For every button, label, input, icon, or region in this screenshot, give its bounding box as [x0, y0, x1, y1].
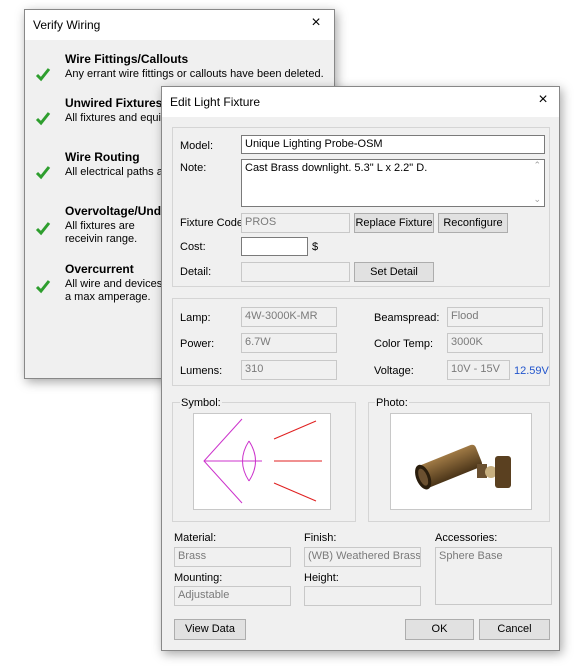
symbol-label: Symbol:: [180, 397, 222, 409]
replace-fixture-button[interactable]: Replace Fixture: [354, 213, 434, 233]
material-field: Brass: [174, 547, 291, 567]
note-label: Note:: [180, 162, 207, 174]
beamspread-label: Beamspread:: [374, 312, 440, 324]
checkmark-icon: [35, 68, 51, 82]
detail-field: [241, 262, 350, 282]
material-label: Material:: [174, 532, 217, 544]
fixture-photo-image: [415, 444, 511, 490]
check-title-overvoltage: Overvoltage/Unde: [65, 204, 168, 218]
photo-canvas: [390, 413, 532, 510]
photo-label: Photo:: [375, 397, 409, 409]
verify-title: Verify Wiring: [33, 18, 101, 32]
fixture-code-field: PROS: [241, 213, 350, 233]
set-detail-button[interactable]: Set Detail: [354, 262, 434, 282]
currency-symbol: $: [312, 241, 319, 253]
fixture-symbol-icon: [203, 418, 322, 504]
power-label: Power:: [180, 338, 215, 350]
lumens-label: Lumens:: [180, 365, 223, 377]
cost-label: Cost:: [180, 241, 206, 253]
lamp-field: 4W-3000K-MR: [241, 307, 337, 327]
check-desc-wire-fittings: Any errant wire fittings or callouts hav…: [65, 68, 324, 80]
edit-close-icon[interactable]: ×: [529, 89, 557, 113]
check-title-wire-fittings: Wire Fittings/Callouts: [65, 52, 189, 66]
ok-button[interactable]: OK: [405, 619, 474, 640]
reconfigure-button[interactable]: Reconfigure: [438, 213, 508, 233]
color-temp-label: Color Temp:: [374, 338, 434, 350]
view-data-button[interactable]: View Data: [174, 619, 246, 640]
model-field[interactable]: Unique Lighting Probe-OSM: [241, 135, 545, 154]
check-desc-overvoltage: All fixtures are receivin range.: [65, 220, 138, 245]
cost-field[interactable]: [241, 237, 308, 256]
lamp-label: Lamp:: [180, 312, 211, 324]
edit-light-fixture-window: Edit Light Fixture × Model: Unique Light…: [161, 86, 560, 651]
accessories-label: Accessories:: [435, 532, 498, 544]
model-label: Model:: [180, 140, 214, 152]
height-field: [304, 586, 421, 606]
beamspread-field: Flood: [447, 307, 543, 327]
height-label: Height:: [304, 572, 339, 584]
check-title-overcurrent: Overcurrent: [65, 262, 134, 276]
symbol-canvas: [193, 413, 331, 510]
checkmark-icon: [35, 280, 51, 294]
cancel-button[interactable]: Cancel: [479, 619, 550, 640]
voltage-label: Voltage:: [374, 365, 414, 377]
verify-titlebar: Verify Wiring ×: [25, 10, 334, 40]
fixture-code-label: Fixture Code:: [180, 217, 247, 229]
check-title-unwired-fixtures: Unwired Fixtures: [65, 96, 163, 110]
edit-titlebar: Edit Light Fixture ×: [162, 87, 559, 117]
voltage-field: 10V - 15V: [447, 360, 510, 380]
note-textarea[interactable]: Cast Brass downlight. 5.3" L x 2.2" D. ⌃…: [241, 159, 545, 207]
detail-label: Detail:: [180, 266, 212, 278]
finish-field: (WB) Weathered Brass: [304, 547, 421, 567]
accessories-field: Sphere Base: [435, 547, 552, 605]
note-text: Cast Brass downlight. 5.3" L x 2.2" D.: [245, 162, 428, 174]
checkmark-icon: [35, 112, 51, 126]
check-title-wire-routing: Wire Routing: [65, 150, 140, 164]
power-field: 6.7W: [241, 333, 337, 353]
finish-label: Finish:: [304, 532, 337, 544]
voltage-reading: 12.59V: [514, 365, 549, 377]
note-scroll-up-icon[interactable]: ⌃: [533, 160, 541, 171]
checkmark-icon: [35, 222, 51, 236]
mounting-label: Mounting:: [174, 572, 223, 584]
lumens-field: 310: [241, 360, 337, 380]
note-scroll-down-icon[interactable]: ⌄: [533, 194, 541, 205]
color-temp-field: 3000K: [447, 333, 543, 353]
check-desc-overcurrent: All wire and devices a max amperage.: [65, 278, 163, 303]
mounting-field: Adjustable: [174, 586, 291, 606]
verify-close-icon[interactable]: ×: [302, 12, 330, 36]
edit-title: Edit Light Fixture: [170, 95, 261, 109]
checkmark-icon: [35, 166, 51, 180]
